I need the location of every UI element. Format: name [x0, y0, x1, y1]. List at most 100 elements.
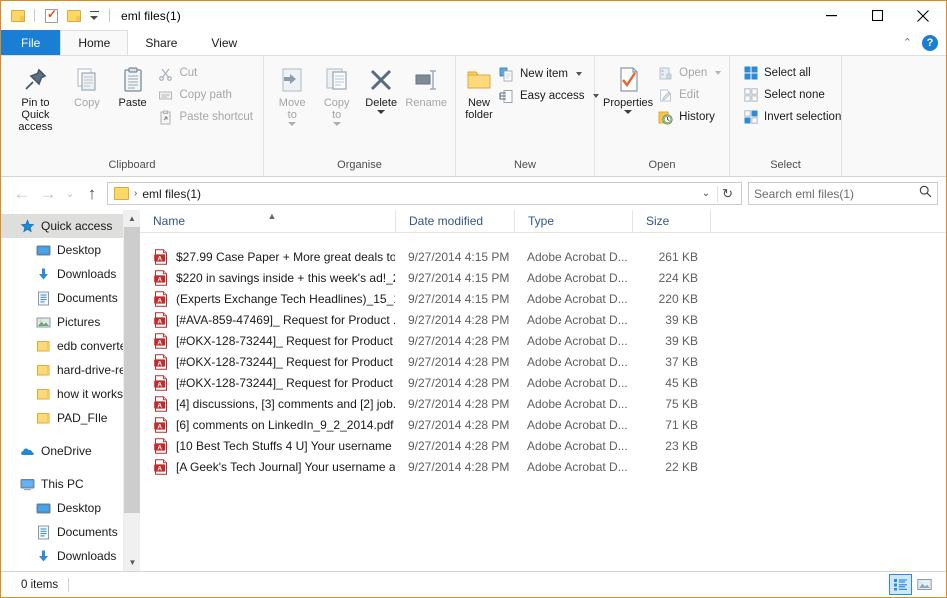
paste-button[interactable]: Paste [110, 60, 156, 112]
sidebar-item-label: Downloads [57, 549, 117, 563]
file-type-cell: Adobe Acrobat D... [527, 459, 628, 474]
refresh-icon[interactable]: ↻ [717, 185, 737, 202]
sort-ascending-icon: ▲ [267, 210, 277, 221]
table-row[interactable]: A [#OKX-128-73244]_ Request for Product .… [140, 330, 946, 351]
pin-to-quick-access-button[interactable]: Pin to Quick access [7, 60, 64, 136]
sidebar-item-label: Pictures [57, 315, 101, 329]
sidebar-item-this-pc-documents[interactable]: Documents [1, 520, 140, 544]
properties-icon[interactable] [43, 7, 60, 24]
file-size-cell: 75 KB [665, 396, 698, 411]
select-all-label: Select all [764, 67, 811, 79]
invert-selection-label: Invert selection [764, 111, 842, 123]
help-icon[interactable]: ? [922, 34, 938, 51]
table-row[interactable]: A [#AVA-859-47469]_ Request for Product .… [140, 309, 946, 330]
column-header-size[interactable]: Size [632, 210, 710, 233]
search-input[interactable]: Search eml files(1) [754, 187, 919, 201]
sidebar-scroll-thumb[interactable] [124, 227, 140, 513]
invert-selection-button[interactable]: Invert selection [740, 106, 845, 128]
file-name-cell[interactable]: A [6] comments on LinkedIn_9_2_2014.pdf [140, 416, 395, 433]
open-label: Open [679, 67, 708, 79]
properties-button[interactable]: Properties [601, 60, 655, 117]
new-item-caret-icon[interactable] [575, 72, 582, 76]
window-title: eml files(1) [121, 8, 181, 23]
properties-caret-icon[interactable] [624, 110, 633, 114]
search-icon[interactable] [919, 185, 932, 203]
svg-text:A: A [157, 276, 162, 283]
sidebar-item-edb-converter[interactable]: edb converter [1, 334, 140, 358]
file-name-cell[interactable]: A [#OKX-128-73244]_ Request for Product .… [140, 374, 395, 391]
sidebar-item-hard-drive-recov[interactable]: hard-drive-recov [1, 358, 140, 382]
table-row[interactable]: A [10 Best Tech Stuffs 4 U] Your username… [140, 435, 946, 456]
tab-file[interactable]: File [1, 30, 61, 55]
chevron-down-icon[interactable]: ⌄ [695, 188, 717, 199]
pdf-icon: A [153, 332, 169, 349]
table-row[interactable]: A $220 in savings inside + this week's ad… [140, 267, 946, 288]
table-row[interactable]: A (Experts Exchange Tech Headlines)_15_11… [140, 288, 946, 309]
table-row[interactable]: A [#OKX-128-73244]_ Request for Product .… [140, 372, 946, 393]
scroll-up-icon[interactable]: ▲ [124, 210, 140, 227]
column-header-name[interactable]: Name ▲ [140, 210, 395, 233]
sidebar-item-this-pc[interactable]: This PC [1, 472, 140, 496]
search-box[interactable]: Search eml files(1) [748, 182, 938, 205]
column-header-date-modified[interactable]: Date modified [395, 210, 514, 233]
back-button[interactable]: ← [9, 181, 35, 207]
sidebar-item-desktop[interactable]: Desktop [1, 238, 140, 262]
tab-home[interactable]: Home [60, 30, 129, 55]
up-button[interactable]: ↑ [79, 181, 105, 207]
pdf-icon: A [153, 248, 169, 265]
sidebar-item-this-pc-desktop[interactable]: Desktop [1, 496, 140, 520]
table-row[interactable]: A [#OKX-128-73244]_ Request for Product .… [140, 351, 946, 372]
customize-qat-icon[interactable] [87, 10, 101, 21]
chevron-up-icon[interactable]: ⌃ [903, 36, 912, 49]
close-button[interactable] [900, 1, 946, 30]
file-name-cell[interactable]: A (Experts Exchange Tech Headlines)_15_11… [140, 290, 395, 307]
file-name-cell[interactable]: A [#OKX-128-73244]_ Request for Product .… [140, 353, 395, 370]
recent-locations-button[interactable]: ⌄ [61, 181, 79, 207]
table-row[interactable]: A $27.99 Case Paper + More great deals to… [140, 246, 946, 267]
file-name-cell[interactable]: A [4] discussions, [3] comments and [2] j… [140, 395, 395, 412]
forward-button[interactable]: → [35, 181, 61, 207]
breadcrumb-path[interactable]: eml files(1) [142, 187, 201, 201]
file-name-cell[interactable]: A [10 Best Tech Stuffs 4 U] Your username… [140, 437, 395, 454]
delete-caret-icon[interactable] [377, 110, 386, 114]
file-name-cell[interactable]: A [#AVA-859-47469]_ Request for Product .… [140, 311, 395, 328]
sidebar-item-documents[interactable]: Documents [1, 286, 140, 310]
sidebar-scrollbar[interactable]: ▲ ▼ [123, 210, 140, 571]
svg-text:A: A [157, 360, 162, 367]
sidebar-item-how-it-works[interactable]: how it works [1, 382, 140, 406]
sidebar-item-this-pc-downloads[interactable]: Downloads [1, 544, 140, 568]
scroll-down-icon[interactable]: ▼ [124, 554, 140, 571]
large-icons-view-button[interactable] [913, 574, 936, 595]
folder-icon [35, 338, 51, 354]
file-name-cell[interactable]: A $27.99 Case Paper + More great deals to… [140, 248, 395, 265]
minimize-button[interactable] [808, 1, 854, 30]
tab-view[interactable]: View [194, 30, 254, 55]
sidebar-item-quick-access[interactable]: Quick access [1, 214, 140, 238]
new-folder-button[interactable]: New folder [462, 60, 496, 124]
new-folder-icon[interactable] [65, 7, 82, 24]
file-name-cell[interactable]: A [#OKX-128-73244]_ Request for Product .… [140, 332, 395, 349]
file-name-cell[interactable]: A [A Geek's Tech Journal] Your username a… [140, 458, 395, 475]
history-button[interactable]: History [655, 106, 725, 128]
tab-share[interactable]: Share [128, 30, 194, 55]
sidebar-item-this-pc-music[interactable]: Music [1, 568, 140, 571]
new-item-button[interactable]: New item [496, 63, 603, 85]
sidebar-item-label: This PC [41, 477, 84, 491]
easy-access-button[interactable]: Easy access [496, 85, 603, 107]
select-none-button[interactable]: Select none [740, 84, 845, 106]
column-header-type[interactable]: Type [514, 210, 632, 233]
sidebar-item-pad-file[interactable]: PAD_FIle [1, 406, 140, 430]
maximize-button[interactable] [854, 1, 900, 30]
select-all-button[interactable]: Select all [740, 62, 845, 84]
table-row[interactable]: A [A Geek's Tech Journal] Your username a… [140, 456, 946, 477]
file-name-cell[interactable]: A $220 in savings inside + this week's ad… [140, 269, 395, 286]
table-row[interactable]: A [4] discussions, [3] comments and [2] j… [140, 393, 946, 414]
sidebar-item-downloads[interactable]: Downloads [1, 262, 140, 286]
breadcrumb[interactable]: › eml files(1) ⌄ ↻ [107, 182, 742, 205]
sidebar-item-onedrive[interactable]: OneDrive [1, 439, 140, 463]
table-row[interactable]: A [6] comments on LinkedIn_9_2_2014.pdf 9/… [140, 414, 946, 435]
sidebar-item-pictures[interactable]: Pictures [1, 310, 140, 334]
details-view-button[interactable] [889, 574, 912, 595]
delete-button[interactable]: Delete [359, 60, 403, 117]
folder-icon[interactable] [9, 7, 26, 24]
